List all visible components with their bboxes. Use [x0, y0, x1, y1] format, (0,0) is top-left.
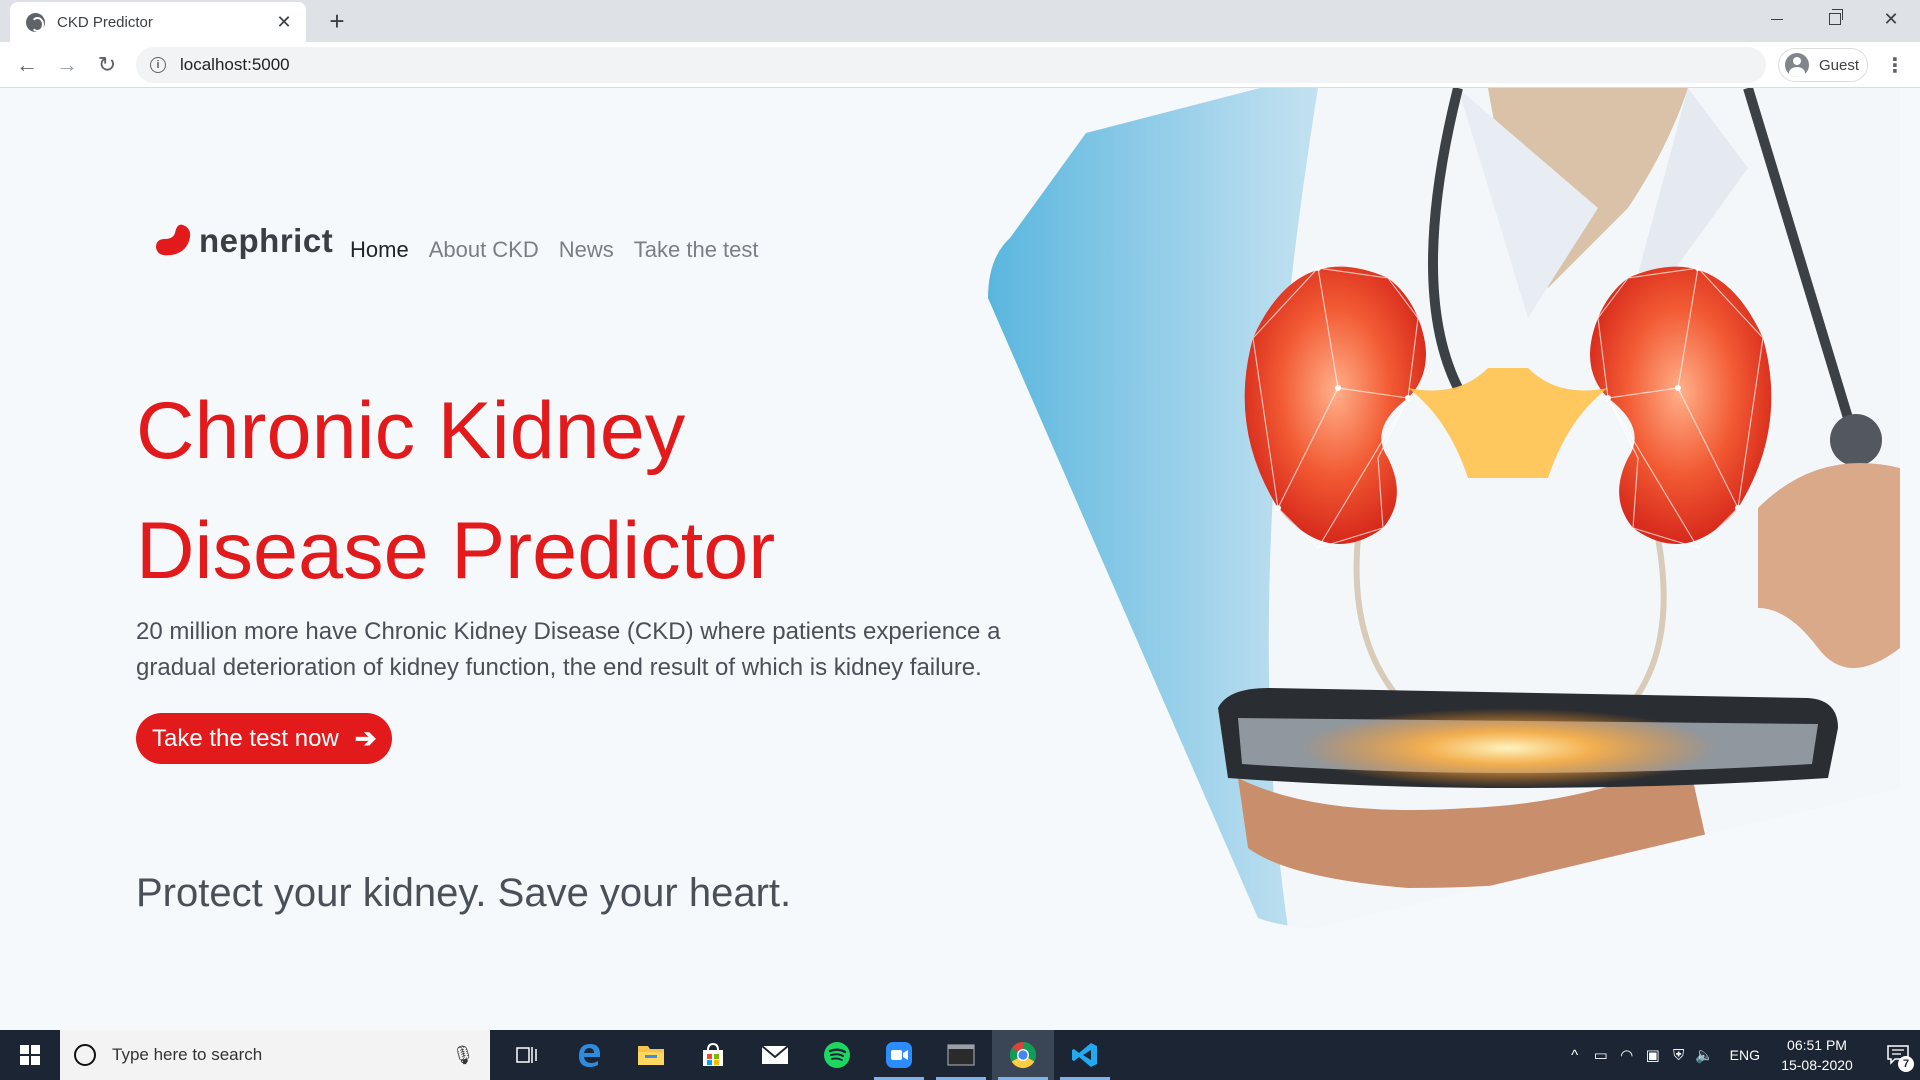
edge-icon[interactable] — [558, 1030, 620, 1080]
vscode-icon[interactable] — [1054, 1030, 1116, 1080]
clock-time: 06:51 PM — [1787, 1037, 1847, 1053]
language-indicator[interactable]: ENG — [1730, 1047, 1760, 1063]
kidney-logo-icon — [156, 224, 191, 256]
tab-strip: CKD Predictor ✕ + ✕ — [0, 0, 1920, 42]
tab-title: CKD Predictor — [57, 13, 153, 31]
kidney-doctor-image — [988, 88, 1900, 928]
browser-toolbar: ← → ↻ i localhost:5000 Guest ⋮ — [0, 42, 1920, 88]
back-button[interactable]: ← — [10, 48, 44, 82]
avatar-icon — [1785, 53, 1809, 77]
profile-label: Guest — [1819, 56, 1860, 74]
zoom-icon[interactable] — [868, 1030, 930, 1080]
new-tab-button[interactable]: + — [322, 6, 352, 36]
nav-about-ckd[interactable]: About CKD — [429, 237, 539, 263]
nav-news[interactable]: News — [559, 237, 614, 263]
clock[interactable]: 06:51 PM 15-08-2020 — [1772, 1035, 1862, 1075]
mail-icon[interactable] — [744, 1030, 806, 1080]
nav-home[interactable]: Home — [350, 237, 409, 263]
url-text[interactable]: localhost:5000 — [180, 55, 290, 75]
store-icon[interactable] — [682, 1030, 744, 1080]
task-view-icon[interactable] — [496, 1030, 558, 1080]
profile-button[interactable]: Guest — [1778, 48, 1868, 82]
close-window-button[interactable]: ✕ — [1862, 0, 1920, 38]
reload-button[interactable]: ↻ — [90, 48, 124, 82]
taskbar: Type here to search 🎙 ^ ▭ ◠ ▣ ⛨ 🔈 ENG 06… — [0, 1030, 1920, 1080]
address-bar[interactable]: i localhost:5000 — [136, 47, 1766, 83]
hero-title-line2: Disease Predictor — [136, 506, 776, 596]
terminal-icon[interactable] — [930, 1030, 992, 1080]
chrome-icon[interactable] — [992, 1030, 1054, 1080]
tagline: Protect your kidney. Save your heart. — [136, 871, 792, 915]
hero-title-line1: Chronic Kidney — [136, 386, 686, 476]
chevron-up-icon[interactable]: ^ — [1562, 1047, 1588, 1064]
cortana-icon — [74, 1044, 96, 1066]
restore-icon — [1829, 9, 1843, 25]
taskbar-search[interactable]: Type here to search 🎙 — [60, 1030, 490, 1080]
nav-take-the-test[interactable]: Take the test — [634, 237, 759, 263]
arrow-right-icon: ➔ — [354, 723, 377, 753]
file-explorer-icon[interactable] — [620, 1030, 682, 1080]
info-icon[interactable]: i — [150, 57, 166, 73]
take-test-button[interactable]: Take the test now ➔ — [136, 713, 392, 764]
page-content: nephrict Home About CKD News Take the te… — [0, 88, 1920, 1030]
action-center-button[interactable]: 7 — [1876, 1030, 1920, 1080]
microphone-icon[interactable]: 🎙 — [448, 1045, 478, 1066]
main-nav: Home About CKD News Take the test — [350, 237, 759, 263]
browser-menu-button[interactable]: ⋮ — [1880, 48, 1910, 82]
network-alert-icon[interactable]: ▣ — [1640, 1046, 1666, 1064]
restore-button[interactable] — [1806, 0, 1864, 38]
volume-icon[interactable]: 🔈 — [1692, 1046, 1718, 1064]
pinned-apps — [496, 1030, 1116, 1080]
search-placeholder: Type here to search — [112, 1045, 263, 1064]
brand-name: nephrict — [199, 222, 334, 259]
notification-count-badge: 7 — [1898, 1056, 1914, 1072]
browser-tab[interactable]: CKD Predictor ✕ — [10, 2, 306, 42]
spotify-icon[interactable] — [806, 1030, 868, 1080]
minimize-icon — [1771, 18, 1783, 20]
brand-logo[interactable]: nephrict — [153, 221, 333, 261]
wifi-icon[interactable]: ◠ — [1614, 1046, 1640, 1064]
minimize-button[interactable] — [1748, 0, 1806, 38]
close-tab-icon[interactable]: ✕ — [274, 12, 294, 33]
start-button[interactable] — [0, 1030, 60, 1080]
take-test-label: Take the test now — [152, 724, 339, 752]
system-tray: ^ ▭ ◠ ▣ ⛨ 🔈 ENG 06:51 PM 15-08-2020 7 — [1562, 1030, 1920, 1080]
forward-button[interactable]: → — [50, 48, 84, 82]
security-shield-icon[interactable]: ⛨ — [1666, 1047, 1692, 1064]
hero-title: Chronic Kidney Disease Predictor — [136, 371, 936, 611]
globe-icon — [26, 12, 45, 32]
clock-date: 15-08-2020 — [1781, 1057, 1853, 1073]
hero-description: 20 million more have Chronic Kidney Dise… — [136, 618, 1001, 681]
windows-logo-icon — [20, 1045, 40, 1065]
battery-icon[interactable]: ▭ — [1588, 1046, 1614, 1064]
